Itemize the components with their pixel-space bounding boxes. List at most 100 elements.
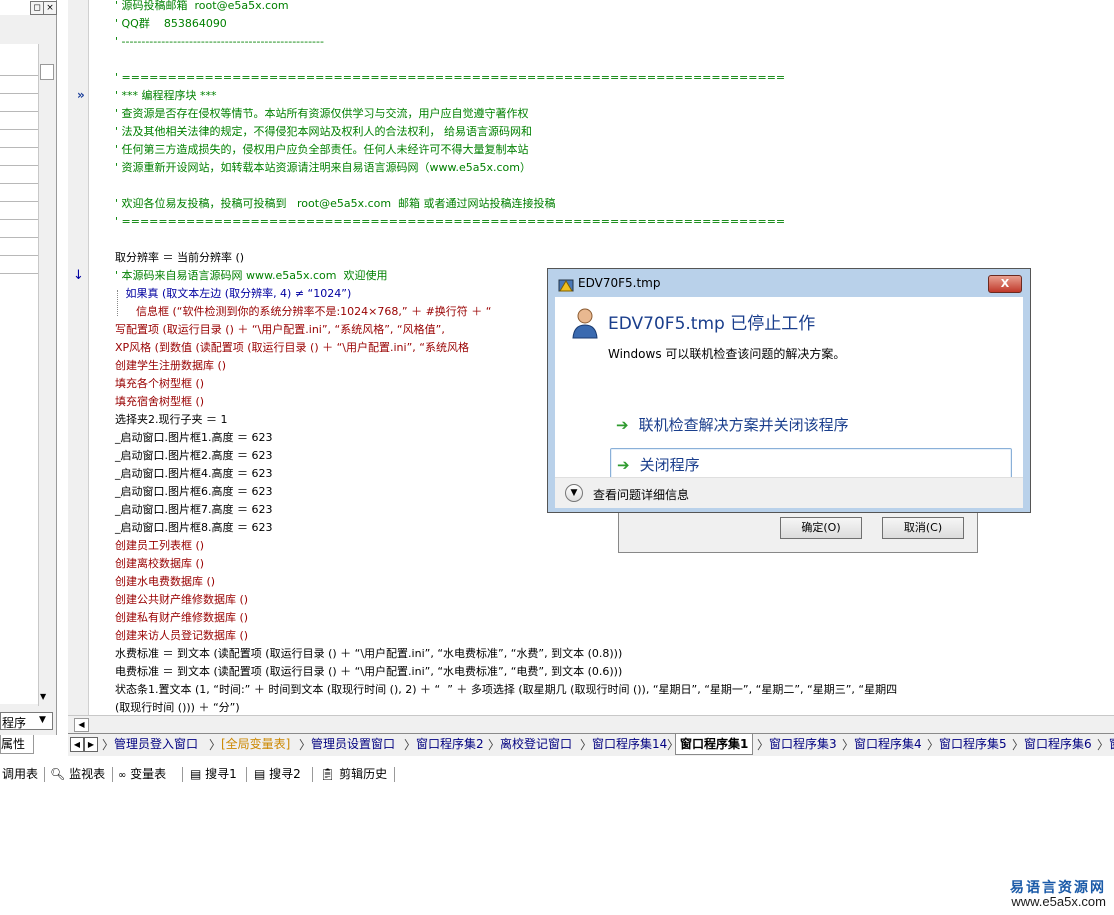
code-line[interactable]: _启动窗口.图片框1.高度 ＝ 623 [115, 429, 272, 446]
tab-separator-icon: 〉 [1012, 738, 1025, 752]
list-item[interactable] [0, 112, 38, 130]
code-line[interactable]: _启动窗口.图片框7.高度 ＝ 623 [115, 501, 272, 518]
code-line[interactable]: 电费标准 ＝ 到文本 (读配置项 (取运行目录 () ＋ “\用户配置.ini”… [115, 663, 622, 680]
close-icon[interactable]: × [43, 1, 57, 15]
expand-details-icon[interactable]: ▼ [565, 484, 583, 502]
tab[interactable]: 管理员设置窗口 [307, 734, 399, 754]
code-line[interactable]: XP风格 (到数值 (读配置项 (取运行目录 () ＋ “\用户配置.ini”,… [115, 339, 469, 356]
list-item[interactable] [0, 238, 38, 256]
bottom-toolbar: 调用表 🔍︎ 监视表 ∞ 变量表 ▤ 搜寻1 ▤ 搜寻2 📋︎ 剪辑历史 [0, 763, 400, 785]
dialog-heading: EDV70F5.tmp 已停止工作 [608, 314, 816, 334]
code-line[interactable]: 创建员工列表框 () [115, 537, 204, 554]
code-line[interactable]: _启动窗口.图片框4.高度 ＝ 623 [115, 465, 272, 482]
list-item[interactable] [0, 58, 38, 76]
code-line[interactable]: ' QQ群 853864090 [115, 15, 227, 32]
properties-tab[interactable]: 属性 [0, 735, 34, 754]
magnifier-icon: 🔍︎ [50, 767, 66, 781]
code-line[interactable]: ' 本源码来自易语言源码网 www.e5a5x.com 欢迎使用 [115, 267, 388, 284]
list-item[interactable] [0, 202, 38, 220]
search1-button[interactable]: ▤ 搜寻1 [190, 763, 237, 785]
code-line[interactable]: _启动窗口.图片框2.高度 ＝ 623 [115, 447, 272, 464]
list-item[interactable] [0, 256, 38, 274]
left-panel-scrollbar[interactable]: ▼ [38, 44, 54, 706]
code-line[interactable]: 填充宿舍树型框 () [115, 393, 204, 410]
tab-scroll-right-icon[interactable]: ▶ [84, 737, 98, 752]
list-item[interactable] [0, 184, 38, 202]
tab[interactable]: [全局变量表] [217, 734, 294, 754]
code-line[interactable]: 创建来访人员登记数据库 () [115, 627, 248, 644]
details-label[interactable]: 查看问题详细信息 [593, 486, 689, 503]
list-item[interactable] [0, 148, 38, 166]
tab[interactable]: 窗口程序集14 [588, 734, 671, 754]
code-line[interactable]: ' 源码投稿邮箱 root@e5a5x.com [115, 0, 289, 14]
check-online-button[interactable]: ➔ 联机检查解决方案并关闭该程序 [610, 409, 1010, 441]
watch-table-button[interactable]: 🔍︎ 监视表 [50, 763, 105, 785]
search2-button[interactable]: ▤ 搜寻2 [254, 763, 301, 785]
code-line[interactable]: ' 任何第三方造成损失的，侵权用户应负全部责任。任何人未经许可不得大量复制本站 [115, 141, 529, 158]
tab[interactable]: 窗口程序集1 [675, 734, 754, 755]
code-line[interactable]: ' --------------------------------------… [115, 33, 324, 50]
search-list-icon: ▤ [190, 767, 202, 781]
code-line[interactable]: 创建水电费数据库 () [115, 573, 215, 590]
tab-bar: ◀ ▶ 管理员登入窗口〉 [全局变量表] 〉管理员设置窗口〉窗口程序集2 〉离校登记窗… [68, 733, 1114, 756]
code-line[interactable]: _启动窗口.图片框8.高度 ＝ 623 [115, 519, 272, 536]
property-list[interactable] [0, 44, 38, 704]
clip-history-button[interactable]: 📋︎ 剪辑历史 [320, 763, 387, 785]
call-table-button[interactable]: 调用表 [2, 763, 38, 785]
code-line[interactable]: 写配置项 (取运行目录 () ＋ “\用户配置.ini”, “系统风格”, “风… [115, 321, 445, 338]
editor-hscrollbar[interactable]: ◀ [68, 715, 1114, 733]
list-item[interactable] [0, 76, 38, 94]
code-line[interactable]: 信息框 (“软件检测到你的系统分辨率不是:1024×768,” ＋ #换行符 ＋… [115, 303, 492, 320]
flow-guide [117, 290, 119, 316]
code-line[interactable]: 取分辨率 ＝ 当前分辨率 () [115, 249, 244, 266]
code-line[interactable]: 状态条1.置文本 (1, “时间:” ＋ 时间到文本 (取现行时间 (), 2)… [115, 681, 897, 698]
code-line[interactable]: ' ======================================… [115, 213, 785, 230]
tab-scroll-left-icon[interactable]: ◀ [70, 737, 84, 752]
app-warning-icon [558, 279, 574, 292]
code-line[interactable]: _启动窗口.图片框6.高度 ＝ 623 [115, 483, 272, 500]
tab[interactable]: 管理员登入窗口 [110, 734, 202, 754]
restore-icon[interactable]: ◻ [30, 1, 44, 15]
scroll-down-icon[interactable]: ▼ [40, 692, 46, 701]
ok-button[interactable]: 确定(O) [780, 517, 862, 539]
code-line[interactable]: 创建学生注册数据库 () [115, 357, 226, 374]
code-line[interactable]: 创建公共财产维修数据库 () [115, 591, 248, 608]
tab-separator-icon: 〉 [1097, 738, 1110, 752]
list-item[interactable] [0, 220, 38, 238]
tab[interactable]: 窗口程序集2 [412, 734, 488, 754]
code-line[interactable]: 选择夹2.现行子夹 ＝ 1 [115, 411, 228, 428]
close-button[interactable]: X [988, 275, 1022, 293]
site-url: www.e5a5x.com [1011, 894, 1106, 909]
code-line[interactable]: 创建私有财产维修数据库 () [115, 609, 248, 626]
code-line[interactable]: ' ======================================… [115, 69, 785, 86]
divider [44, 767, 45, 782]
tab[interactable]: 窗口程序集3 [765, 734, 841, 754]
code-line[interactable]: 如果真 (取文本左边 (取分辨率, 4) ≠ “1024”) [115, 285, 351, 302]
code-line[interactable]: ' 查资源是否存在侵权等情节。本站所有资源仅供学习与交流，用户应自觉遵守著作权 [115, 105, 529, 122]
code-line[interactable]: ' *** 编程程序块 *** [115, 87, 217, 104]
code-line[interactable]: 创建离校数据库 () [115, 555, 204, 572]
scroll-thumb[interactable] [40, 64, 54, 80]
tab-separator-icon: 〉 [102, 738, 115, 752]
code-line[interactable]: (取现行时间 ())) ＋ “分”) [115, 699, 240, 715]
list-item[interactable] [0, 94, 38, 112]
tab[interactable]: 窗口程序集6 [1020, 734, 1096, 754]
cancel-button[interactable]: 取消(C) [882, 517, 964, 539]
combo-label: 程序 [2, 716, 27, 730]
user-icon [572, 308, 598, 339]
list-item[interactable] [0, 166, 38, 184]
code-line[interactable]: ' 资源重新开设网站，如转载本站资源请注明来自易语言源码网（www.e5a5x.… [115, 159, 531, 176]
code-line[interactable]: 水费标准 ＝ 到文本 (读配置项 (取运行目录 () ＋ “\用户配置.ini”… [115, 645, 622, 662]
var-table-button[interactable]: ∞ 变量表 [118, 763, 166, 785]
tab[interactable]: 离校登记窗口 [496, 734, 576, 754]
tab[interactable]: 窗口程序集5 [935, 734, 1011, 754]
code-line[interactable]: ' 法及其他相关法律的规定，不得侵犯本网站及权利人的合法权利， 给易语言源码网和 [115, 123, 532, 140]
tab-separator-icon: 〉 [404, 738, 417, 752]
code-line[interactable]: ' 欢迎各位易友投稿，投稿可投稿到 root@e5a5x.com 邮箱 或者通过… [115, 195, 556, 212]
object-combo[interactable]: 程序 ▼ [0, 712, 53, 730]
tab[interactable]: 窗口程序集4 [850, 734, 926, 754]
chevron-down-icon[interactable]: ▼ [39, 715, 46, 725]
scroll-left-icon[interactable]: ◀ [74, 718, 89, 732]
code-line[interactable]: 填充各个树型框 () [115, 375, 204, 392]
list-item[interactable] [0, 130, 38, 148]
